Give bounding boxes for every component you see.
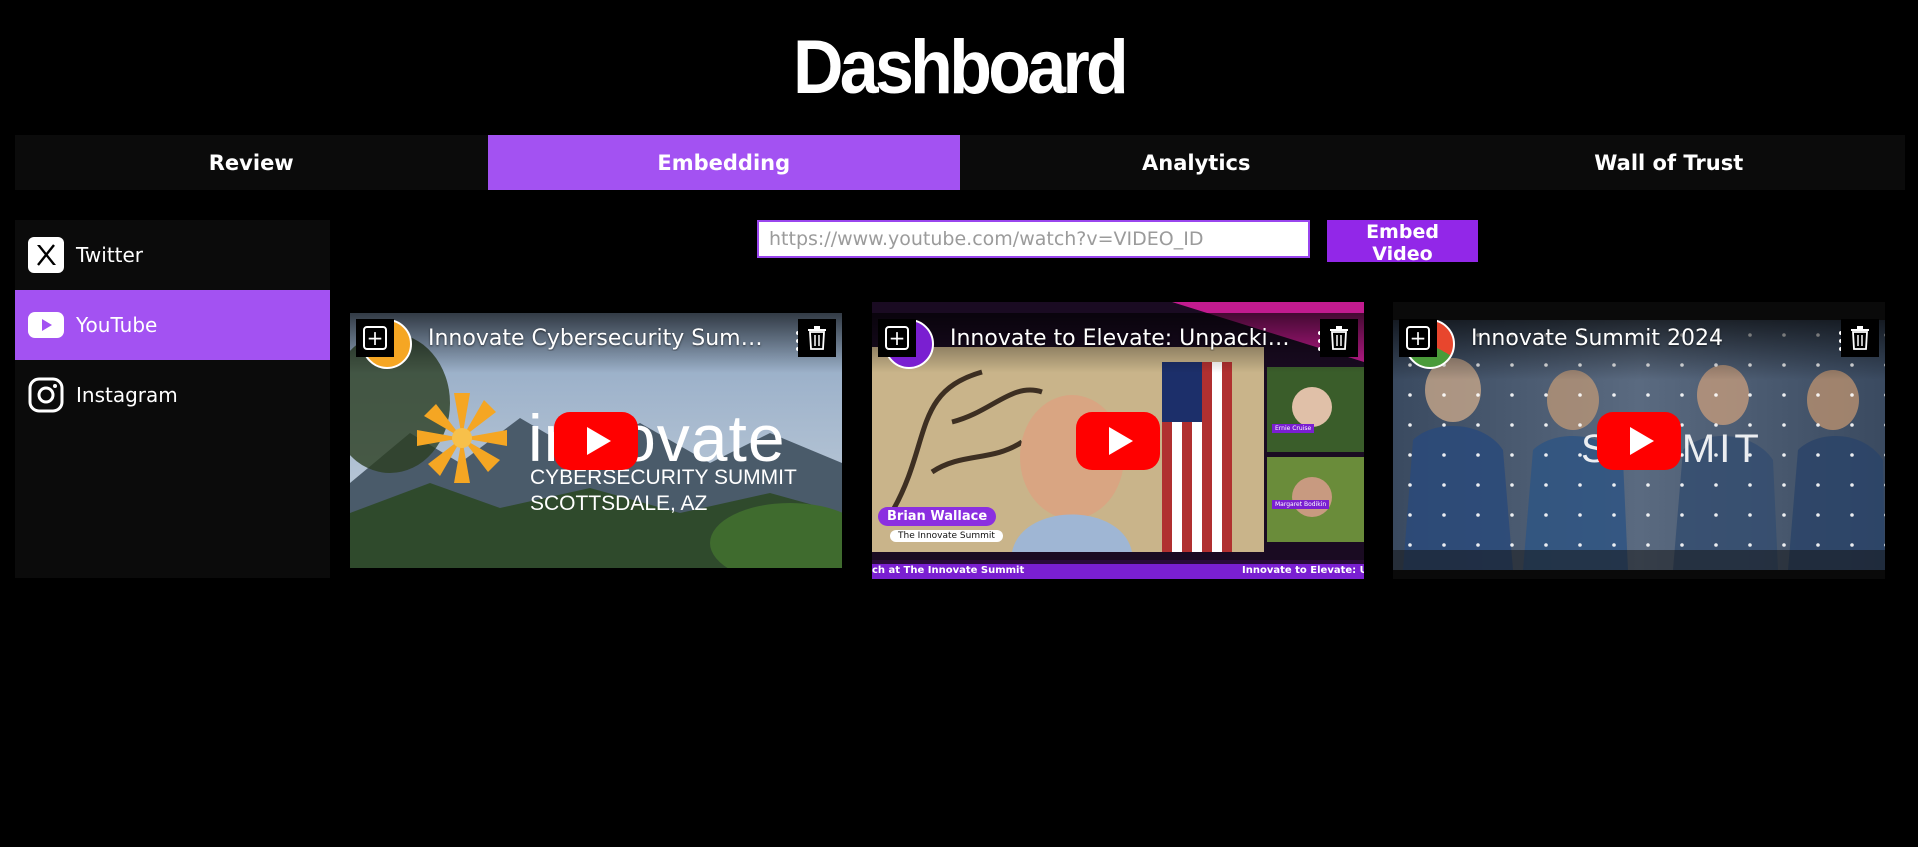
thumbnail-subtitle-1: CYBERSECURITY SUMMIT	[530, 466, 797, 489]
trash-icon	[1330, 326, 1348, 350]
video-thumbnail[interactable]: Brian Wallace The Innovate Summit Ernie …	[872, 302, 1364, 579]
delete-video-button[interactable]	[798, 319, 836, 357]
platform-sidebar: Twitter YouTube Instagram	[15, 220, 330, 578]
instagram-icon	[28, 377, 64, 413]
video-title[interactable]: Innovate to Elevate: Unpacking t...	[950, 326, 1294, 351]
speaker-org-tag: The Innovate Summit	[890, 530, 1003, 542]
trash-icon	[808, 326, 826, 350]
ticker-text-right: Innovate to Elevate: Unpac	[1242, 565, 1364, 576]
video-url-input[interactable]	[757, 220, 1310, 258]
video-thumbnail[interactable]: SUMMIT Innovate Summit 2024	[1393, 302, 1885, 579]
video-card: innovate CYBERSECURITY SUMMIT SCOTTSDALE…	[350, 313, 842, 568]
video-title[interactable]: Innovate Cybersecurity Summit	[428, 326, 772, 351]
tab-review[interactable]: Review	[15, 135, 488, 190]
play-button[interactable]	[554, 411, 638, 470]
sidebar-item-instagram[interactable]: Instagram	[15, 360, 330, 430]
sidebar-item-twitter[interactable]: Twitter	[15, 220, 330, 290]
play-icon	[1630, 426, 1654, 455]
plus-icon: +	[1406, 326, 1430, 350]
sidebar-item-youtube[interactable]: YouTube	[15, 290, 330, 360]
thumbnail-subtitle-2: SCOTTSDALE, AZ	[530, 492, 708, 515]
delete-video-button[interactable]	[1320, 319, 1358, 357]
add-to-wall-button[interactable]: +	[878, 319, 916, 357]
tab-wall-of-trust[interactable]: Wall of Trust	[1433, 135, 1906, 190]
video-card: SUMMIT Innovate Summit 2024 +	[1393, 302, 1885, 579]
tab-embedding[interactable]: Embedding	[487, 135, 960, 190]
play-button[interactable]	[1076, 411, 1160, 470]
video-thumbnail[interactable]: innovate CYBERSECURITY SUMMIT SCOTTSDALE…	[350, 313, 842, 568]
play-icon	[587, 426, 611, 455]
guest-name-tag-2: Margaret Bodikin	[1272, 500, 1330, 509]
page-title: Dashboard	[792, 25, 1129, 110]
play-button[interactable]	[1597, 411, 1681, 470]
video-title[interactable]: Innovate Summit 2024	[1471, 326, 1815, 351]
trash-icon	[1851, 326, 1869, 350]
add-to-wall-button[interactable]: +	[356, 319, 394, 357]
delete-video-button[interactable]	[1841, 319, 1879, 357]
add-to-wall-button[interactable]: +	[1399, 319, 1437, 357]
sidebar-item-label: YouTube	[76, 313, 158, 337]
plus-icon: +	[885, 326, 909, 350]
tab-analytics[interactable]: Analytics	[960, 135, 1433, 190]
tab-bar: Review Embedding Analytics Wall of Trust	[15, 135, 1905, 190]
sidebar-item-label: Instagram	[76, 383, 178, 407]
x-twitter-icon	[28, 237, 64, 273]
video-card: Brian Wallace The Innovate Summit Ernie …	[872, 302, 1364, 579]
sidebar-item-label: Twitter	[76, 243, 144, 267]
embed-video-button[interactable]: Embed Video	[1327, 220, 1478, 265]
innovate-logo-icon	[417, 393, 507, 483]
plus-icon: +	[363, 326, 387, 350]
play-icon	[1109, 426, 1133, 455]
speaker-name-tag: Brian Wallace	[878, 507, 997, 526]
ticker-text-left: ch at The Innovate Summit	[872, 565, 1025, 576]
guest-name-tag-1: Ernie Cruise	[1272, 424, 1315, 433]
youtube-icon	[28, 307, 64, 343]
